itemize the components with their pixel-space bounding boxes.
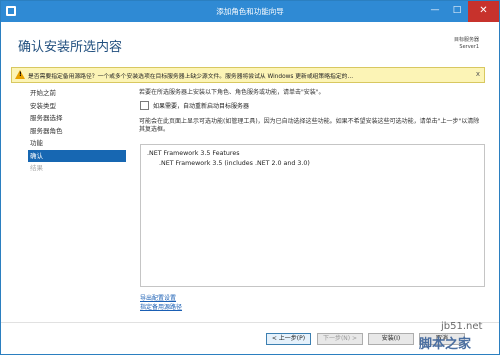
feature-subitem: .NET Framework 3.5 (includes .NET 2.0 an… — [159, 160, 310, 167]
previous-button[interactable]: < 上一步(P) — [266, 333, 311, 345]
wizard-window: 添加角色和功能向导 — □ ✕ 确认安装所选内容 目标服务器 Server1 !… — [0, 0, 500, 355]
alternate-source-link[interactable]: 指定备用源路径 — [140, 302, 182, 311]
nav-item-results: 结果 — [30, 164, 43, 172]
nav-item-installation-type[interactable]: 安装类型 — [29, 100, 125, 113]
selected-features-list: .NET Framework 3.5 Features .NET Framewo… — [140, 144, 485, 287]
footer-divider — [1, 322, 499, 323]
title-bar[interactable]: 添加角色和功能向导 — □ ✕ — [1, 1, 499, 22]
watermark-domain: jb51.net — [441, 321, 483, 332]
watermark-site-name: 脚本之家 — [419, 337, 472, 352]
warning-text: 是否需要指定备用源路径？一个或多个安装选项在目标服务器上缺少源文件。服务器将尝试… — [28, 74, 354, 80]
restart-checkbox-label[interactable]: 如果需要，自动重新启动目标服务器 — [153, 101, 249, 110]
warning-close-icon[interactable]: x — [476, 70, 480, 78]
target-server-label: 目标服务器 — [453, 37, 479, 43]
install-button[interactable]: 安装(I) — [368, 333, 414, 345]
install-description: 若要在所选服务器上安装以下角色、角色服务或功能，请单击"安装"。 — [139, 89, 325, 96]
nav-item-features[interactable]: 功能 — [29, 137, 125, 150]
next-button: 下一步(N) > — [317, 333, 363, 345]
warning-icon: ! — [15, 70, 25, 79]
nav-item-before-you-begin[interactable]: 开始之前 — [29, 87, 125, 100]
minimize-button[interactable]: — — [424, 1, 446, 22]
warning-bar[interactable]: ! 是否需要指定备用源路径？一个或多个安装选项在目标服务器上缺少源文件。服务器将… — [11, 67, 485, 83]
nav-item-server-selection[interactable]: 服务器选择 — [29, 112, 125, 125]
maximize-button[interactable]: □ — [446, 1, 468, 22]
page-title: 确认安装所选内容 — [18, 40, 123, 55]
nav-item-server-roles[interactable]: 服务器角色 — [29, 125, 125, 138]
restart-checkbox[interactable] — [140, 101, 149, 110]
close-button[interactable]: ✕ — [468, 1, 499, 22]
feature-item: .NET Framework 3.5 Features — [147, 150, 240, 157]
export-settings-link[interactable]: 导出配置设置 — [140, 293, 176, 302]
target-server-name: Server1 — [459, 44, 479, 50]
wizard-nav: 开始之前 安装类型 服务器选择 服务器角色 功能 确认 结果 — [28, 87, 126, 175]
optional-features-note: 可能会在此页面上显示可选功能(如管理工具)，因为已自动选择这些功能。如果不希望安… — [139, 118, 480, 133]
nav-item-confirmation[interactable]: 确认 — [28, 149, 126, 162]
